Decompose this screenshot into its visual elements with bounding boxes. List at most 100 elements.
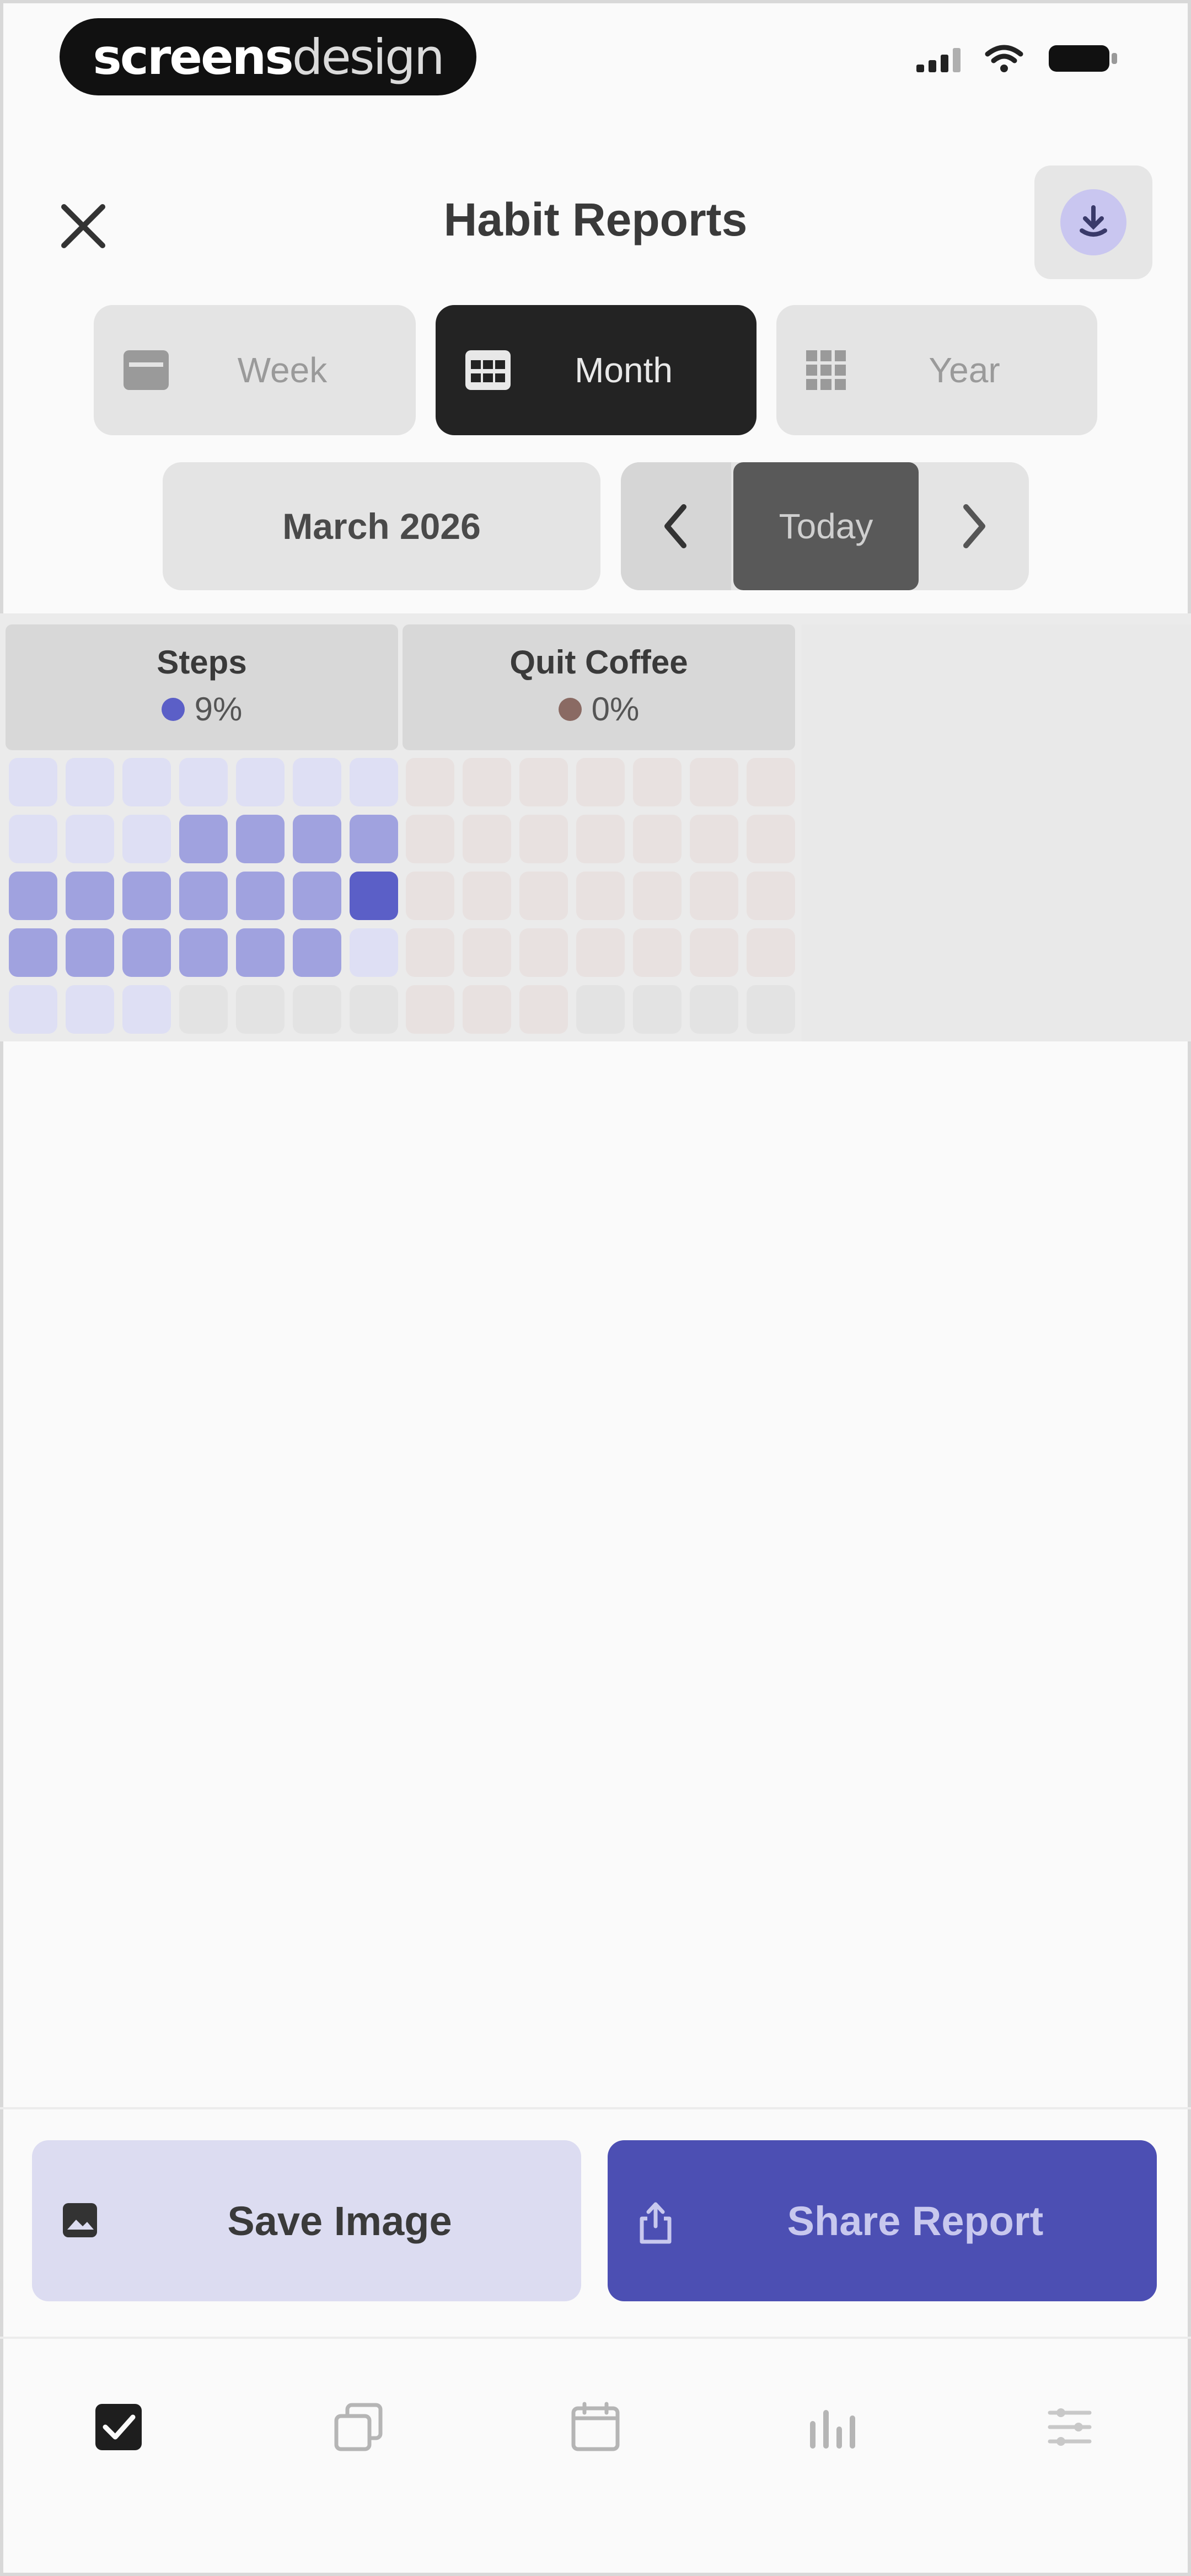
habit-day-cell[interactable] xyxy=(236,928,285,977)
habit-day-cell[interactable] xyxy=(236,758,285,806)
habit-day-cell[interactable] xyxy=(747,872,795,920)
habit-day-cell[interactable] xyxy=(463,815,511,863)
habit-day-cell[interactable] xyxy=(9,815,57,863)
habit-day-cell[interactable] xyxy=(179,815,228,863)
habit-day-cell[interactable] xyxy=(463,928,511,977)
habit-column-quit-coffee: Quit Coffee 0% xyxy=(403,624,795,1034)
profile-button[interactable] xyxy=(1034,165,1152,279)
empty-column-area xyxy=(802,624,1191,1041)
share-icon xyxy=(640,2202,672,2244)
habit-day-cell[interactable] xyxy=(463,985,511,1034)
habit-day-cell[interactable] xyxy=(293,985,341,1034)
habit-day-cell[interactable] xyxy=(690,928,738,977)
habit-day-cell[interactable] xyxy=(519,758,568,806)
habit-day-cell[interactable] xyxy=(519,872,568,920)
habit-cells xyxy=(6,758,398,1034)
habit-day-cell[interactable] xyxy=(747,815,795,863)
habit-day-cell[interactable] xyxy=(179,985,228,1034)
habit-day-cell[interactable] xyxy=(66,872,114,920)
habit-day-cell[interactable] xyxy=(350,928,398,977)
habit-day-cell[interactable] xyxy=(9,985,57,1034)
habit-day-cell[interactable] xyxy=(406,758,454,806)
today-button[interactable]: Today xyxy=(733,462,919,590)
habit-day-cell[interactable] xyxy=(350,872,398,920)
habit-day-cell[interactable] xyxy=(179,872,228,920)
habit-day-cell[interactable] xyxy=(690,985,738,1034)
habit-day-cell[interactable] xyxy=(633,985,682,1034)
habit-day-cell[interactable] xyxy=(406,815,454,863)
habit-day-cell[interactable] xyxy=(633,758,682,806)
habit-day-cell[interactable] xyxy=(236,985,285,1034)
previous-period-button[interactable] xyxy=(621,462,731,590)
habit-day-cell[interactable] xyxy=(122,928,171,977)
habit-day-cell[interactable] xyxy=(633,928,682,977)
image-icon xyxy=(63,2203,97,2237)
habit-day-cell[interactable] xyxy=(633,872,682,920)
habit-day-cell[interactable] xyxy=(519,928,568,977)
habit-day-cell[interactable] xyxy=(690,815,738,863)
habit-day-cell[interactable] xyxy=(576,872,625,920)
habit-day-cell[interactable] xyxy=(9,872,57,920)
tab-bar xyxy=(0,2339,1191,2576)
tab-calendar[interactable] xyxy=(568,2399,623,2455)
habit-day-cell[interactable] xyxy=(576,928,625,977)
habit-day-cell[interactable] xyxy=(747,985,795,1034)
habit-day-cell[interactable] xyxy=(576,758,625,806)
next-period-button[interactable] xyxy=(919,462,1029,590)
habit-header[interactable]: Steps 9% xyxy=(6,624,398,750)
tab-year[interactable]: Year xyxy=(776,305,1097,435)
habit-day-cell[interactable] xyxy=(406,928,454,977)
habit-day-cell[interactable] xyxy=(66,985,114,1034)
save-image-button[interactable]: Save Image xyxy=(32,2140,581,2301)
habit-day-cell[interactable] xyxy=(179,928,228,977)
tab-stats[interactable] xyxy=(805,2399,860,2455)
habit-day-cell[interactable] xyxy=(293,928,341,977)
habit-day-cell[interactable] xyxy=(9,928,57,977)
tab-month[interactable]: Month xyxy=(436,305,757,435)
habit-day-cell[interactable] xyxy=(122,758,171,806)
habit-day-cell[interactable] xyxy=(406,985,454,1034)
habit-day-cell[interactable] xyxy=(747,758,795,806)
tab-habits[interactable] xyxy=(91,2399,146,2455)
habit-day-cell[interactable] xyxy=(747,928,795,977)
habit-day-cell[interactable] xyxy=(519,985,568,1034)
habit-day-cell[interactable] xyxy=(406,872,454,920)
habit-day-cell[interactable] xyxy=(293,815,341,863)
habit-day-cell[interactable] xyxy=(293,758,341,806)
habit-day-cell[interactable] xyxy=(122,872,171,920)
habit-day-cell[interactable] xyxy=(236,815,285,863)
habit-header[interactable]: Quit Coffee 0% xyxy=(403,624,795,750)
habit-day-cell[interactable] xyxy=(293,872,341,920)
habit-day-cell[interactable] xyxy=(236,872,285,920)
habit-percent: 0% xyxy=(403,690,795,728)
habit-color-dot xyxy=(161,697,185,721)
habit-cells xyxy=(403,758,795,1034)
habit-day-cell[interactable] xyxy=(633,815,682,863)
habit-day-cell[interactable] xyxy=(519,815,568,863)
habit-day-cell[interactable] xyxy=(690,758,738,806)
habit-day-cell[interactable] xyxy=(576,985,625,1034)
habit-day-cell[interactable] xyxy=(9,758,57,806)
habit-day-cell[interactable] xyxy=(122,985,171,1034)
habit-day-cell[interactable] xyxy=(350,758,398,806)
cellular-signal-icon xyxy=(916,45,961,72)
habit-day-cell[interactable] xyxy=(122,815,171,863)
tab-week[interactable]: Week xyxy=(94,305,416,435)
habit-day-cell[interactable] xyxy=(576,815,625,863)
habit-day-cell[interactable] xyxy=(179,758,228,806)
habit-day-cell[interactable] xyxy=(463,872,511,920)
habit-day-cell[interactable] xyxy=(350,815,398,863)
wifi-icon xyxy=(985,45,1023,72)
tab-copy[interactable] xyxy=(331,2399,386,2455)
habit-day-cell[interactable] xyxy=(66,928,114,977)
period-picker[interactable]: March 2026 xyxy=(163,462,600,590)
habit-day-cell[interactable] xyxy=(350,985,398,1034)
brand-text-bold: screens xyxy=(93,28,293,85)
habit-day-cell[interactable] xyxy=(66,815,114,863)
habit-day-cell[interactable] xyxy=(690,872,738,920)
habit-day-cell[interactable] xyxy=(463,758,511,806)
tab-settings[interactable] xyxy=(1042,2399,1097,2455)
page-title: Habit Reports xyxy=(443,194,748,245)
habit-day-cell[interactable] xyxy=(66,758,114,806)
share-report-button[interactable]: Share Report xyxy=(608,2140,1157,2301)
